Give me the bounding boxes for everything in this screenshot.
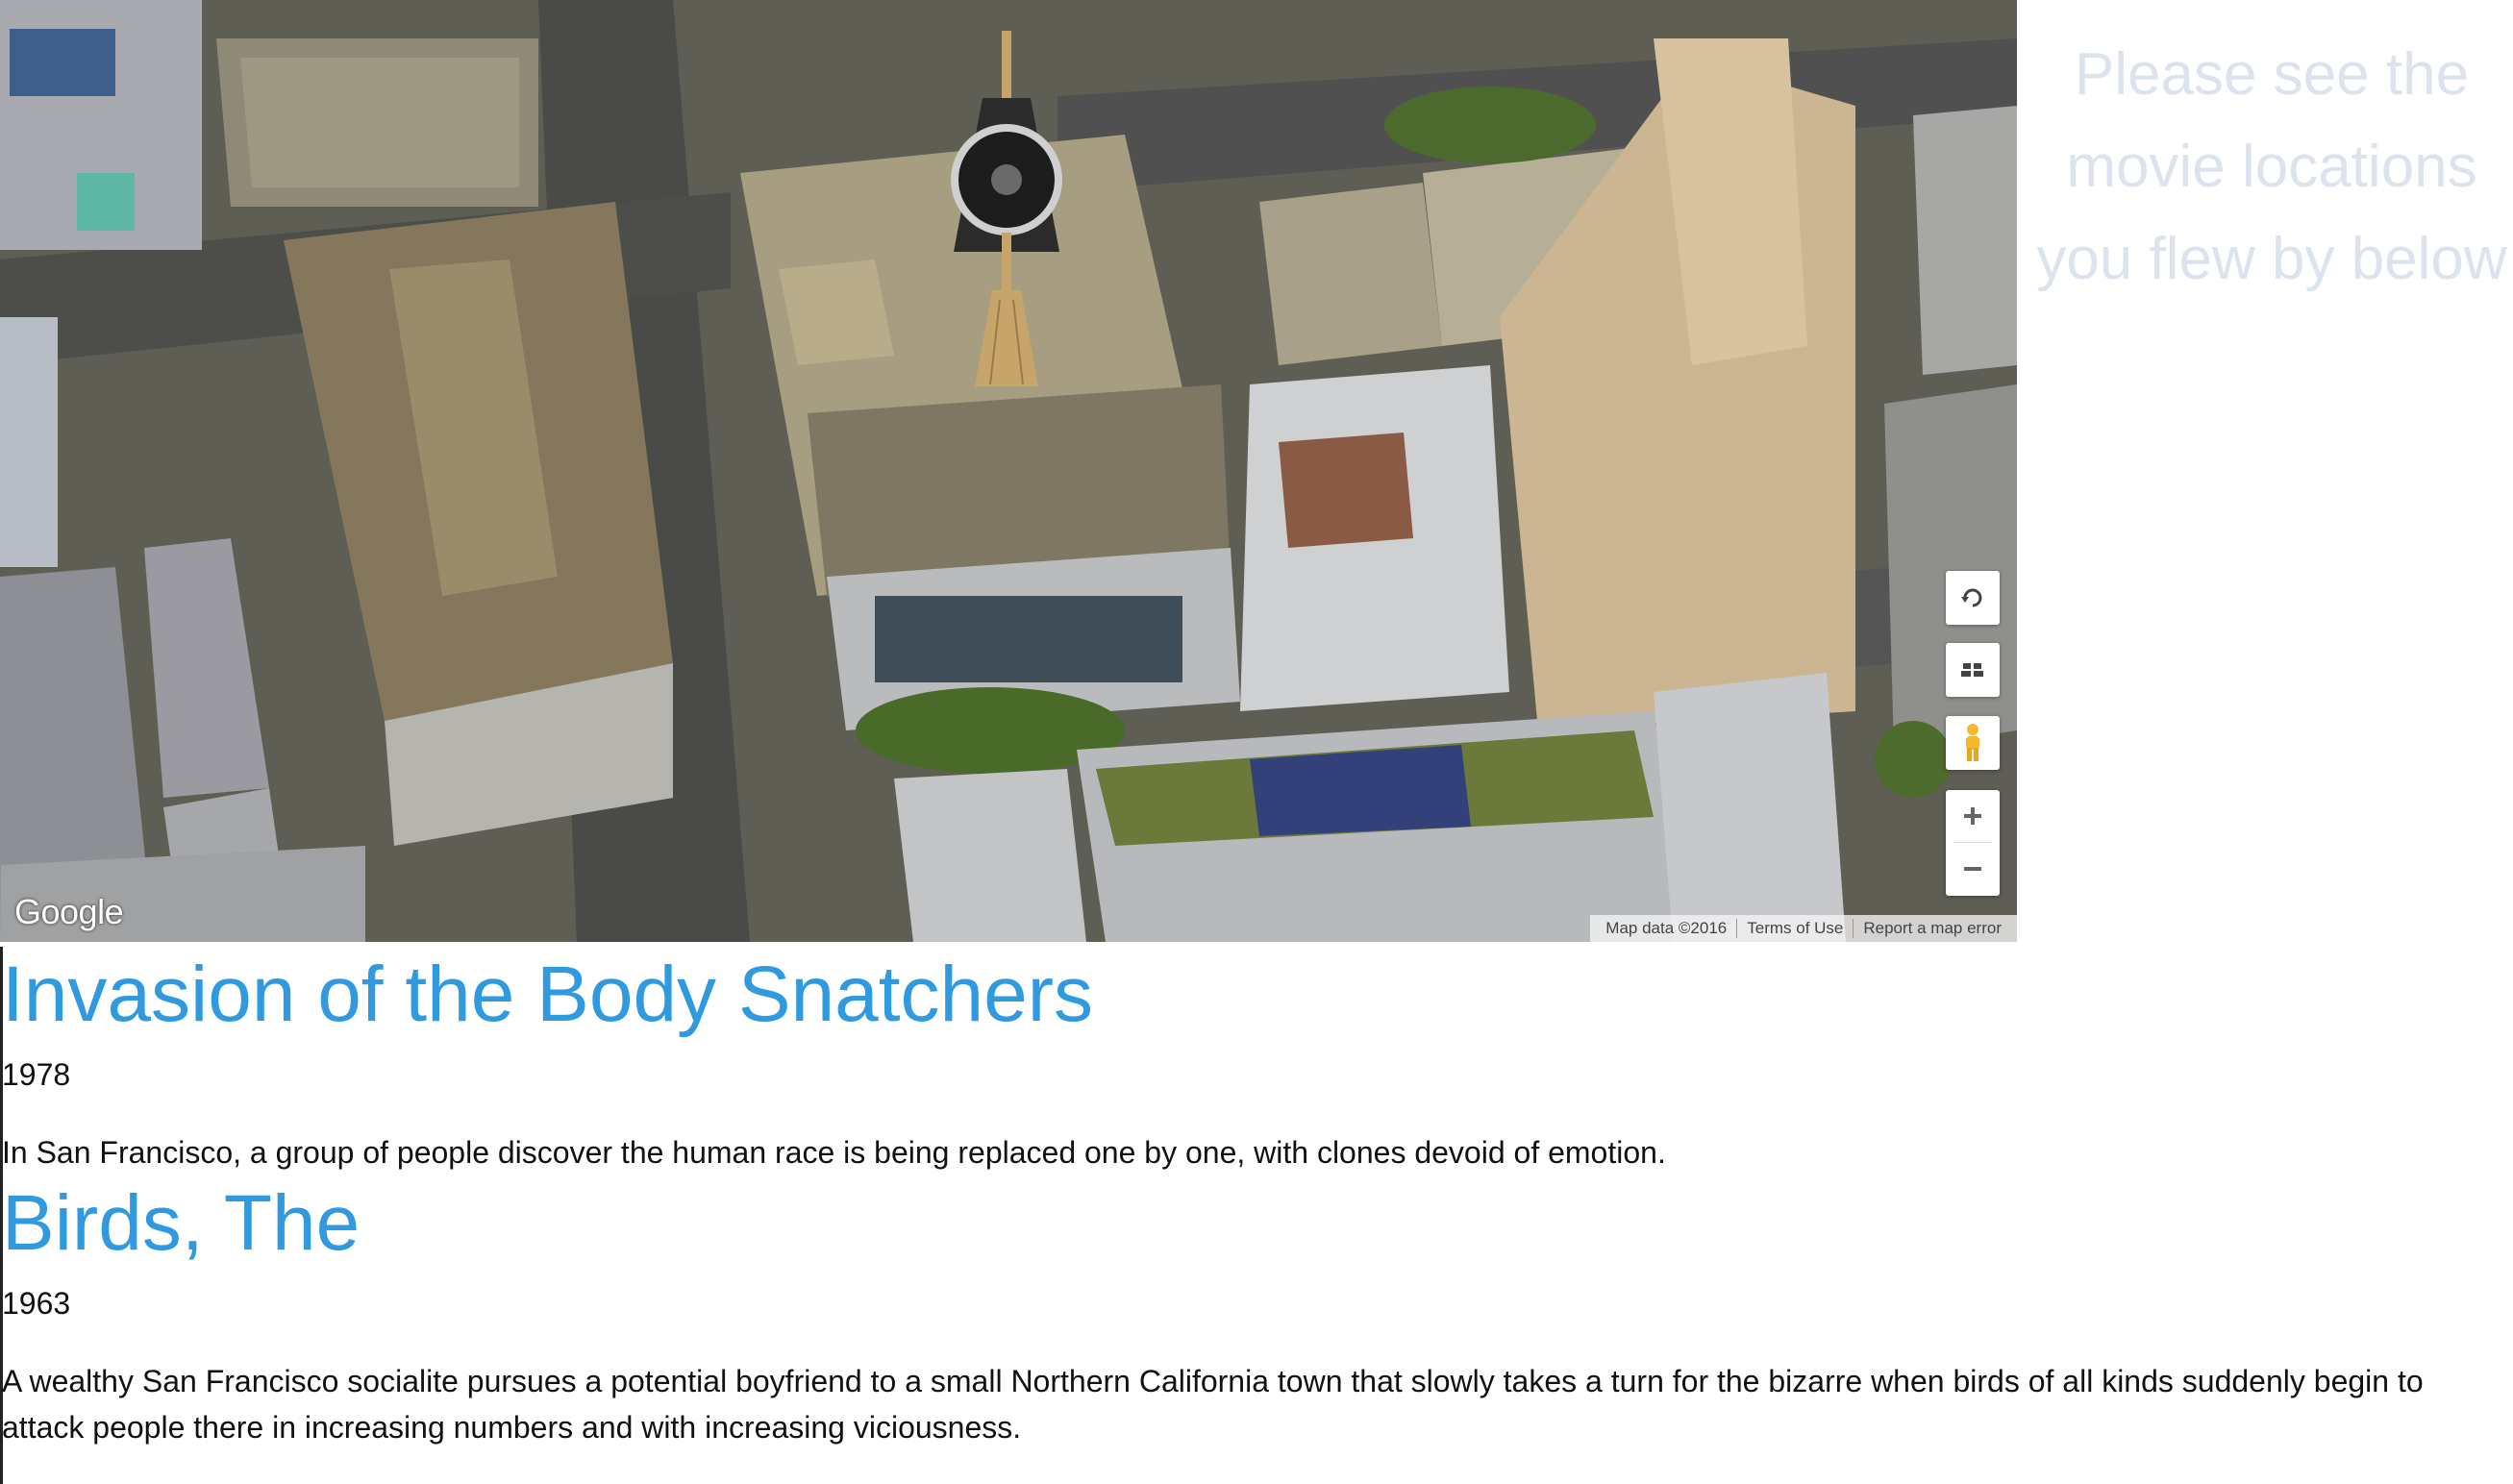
aerial-map[interactable]: Google Map data ©2016 Terms of Use Repor… <box>0 0 2017 942</box>
movie-year: 1963 <box>2 1286 71 1321</box>
side-note: Please see the movie locations you flew … <box>2017 29 2513 306</box>
movie-title: Birds, The <box>2 1179 361 1267</box>
zoom-in-icon <box>1964 807 1981 825</box>
tilt-button[interactable] <box>1946 643 2000 697</box>
terms-of-use-link[interactable]: Terms of Use <box>1737 919 1853 938</box>
rotate-button[interactable] <box>1946 571 2000 625</box>
movie-description: A wealthy San Francisco socialite pursue… <box>2 1364 2424 1445</box>
movie-description: In San Francisco, a group of people disc… <box>2 1135 1666 1170</box>
movie-year: 1978 <box>2 1057 71 1092</box>
zoom-control <box>1946 790 2000 896</box>
movie-list: Invasion of the Body Snatchers 1978 In S… <box>2 947 2501 1450</box>
movie-title: Invasion of the Body Snatchers <box>2 951 1094 1038</box>
google-logo: Google <box>14 892 124 931</box>
rotate-icon <box>1961 588 1982 607</box>
zoom-in-button[interactable] <box>1946 790 2000 842</box>
report-map-error-link[interactable]: Report a map error <box>1854 919 2011 938</box>
map-attribution: Map data ©2016 Terms of Use Report a map… <box>1590 915 2017 942</box>
zoom-out-icon <box>1964 867 1981 871</box>
zoom-out-button[interactable] <box>1946 843 2000 895</box>
pegman-icon <box>1966 724 1979 761</box>
movie-entry: Birds, The 1963 A wealthy San Francisco … <box>2 1175 2501 1450</box>
tilt-icon <box>1961 663 1983 677</box>
street-view-pegman[interactable] <box>1946 716 2000 770</box>
side-note-line: movie locations <box>2066 134 2477 200</box>
movie-entry: Invasion of the Body Snatchers 1978 In S… <box>2 947 2501 1175</box>
side-note-line: you flew by below <box>2036 226 2507 292</box>
map-data-label: Map data ©2016 <box>1605 919 1728 937</box>
side-note-line: Please see the <box>2074 41 2470 108</box>
broom-marker-icon[interactable] <box>925 31 1088 386</box>
